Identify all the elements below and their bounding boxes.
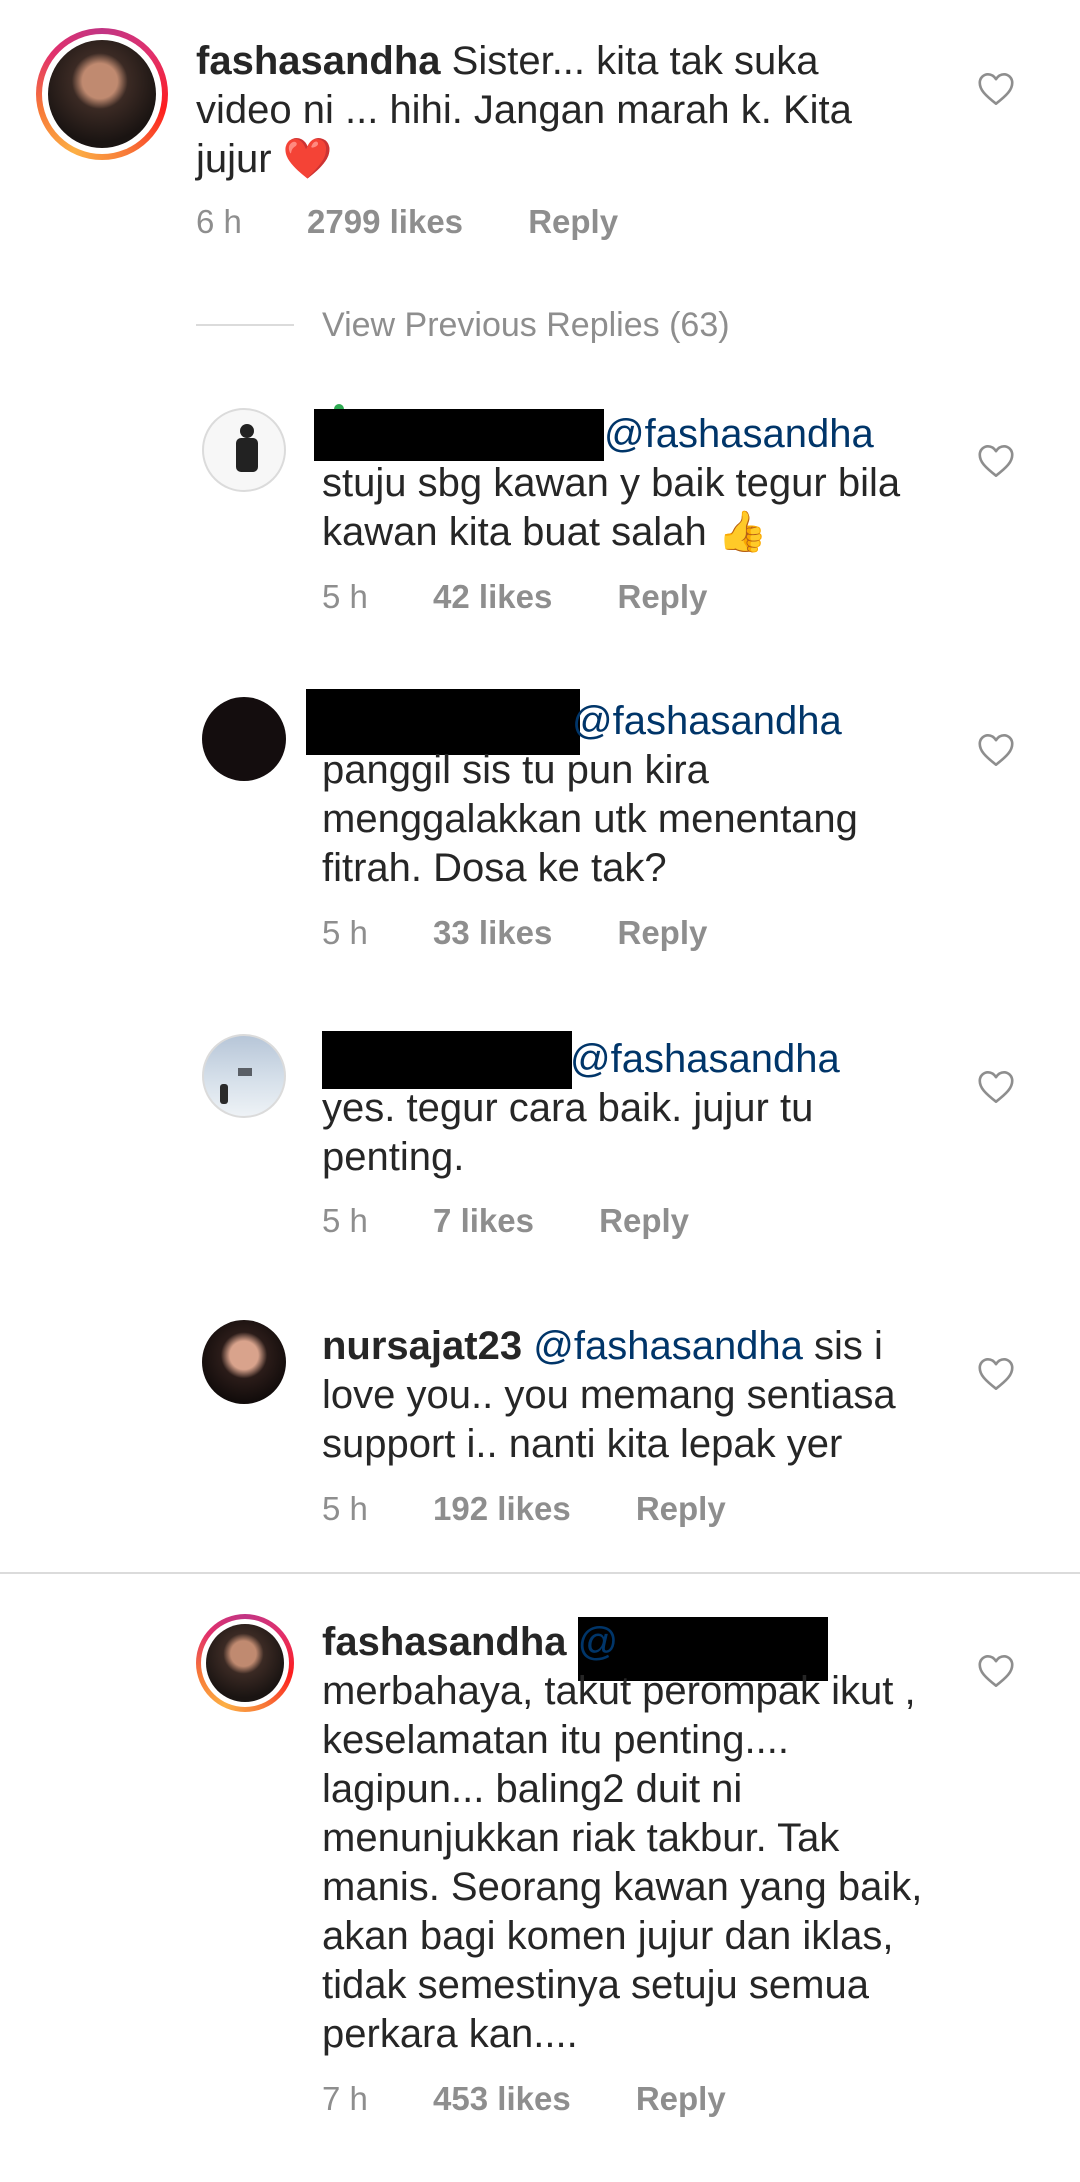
heart-icon[interactable] <box>977 1357 1015 1391</box>
heart-icon[interactable] <box>977 1654 1015 1688</box>
reply-button[interactable]: Reply <box>636 1490 726 1527</box>
reply-body: stuju sbg kawan y baik tegur bila kawan … <box>322 461 901 554</box>
reply-button[interactable]: Reply <box>636 2080 726 2117</box>
reply-text: nursajat23 @fashasandha sis i love you..… <box>322 1322 952 1469</box>
heart-icon[interactable] <box>977 1070 1015 1104</box>
comment-text: fashasandha Sister... kita tak suka vide… <box>196 37 896 184</box>
reply-button[interactable]: Reply <box>618 578 708 615</box>
avatar[interactable] <box>202 697 286 781</box>
comment-body: merbahaya, takut perompak ikut , keselam… <box>322 1669 923 2056</box>
comment-text: fashasandha @ merbahaya, takut perompak … <box>322 1618 942 2059</box>
likes-count[interactable]: 42 likes <box>433 578 552 615</box>
mention-link[interactable]: @fashasandha <box>604 412 874 456</box>
reply-meta: 5 h 42 likes Reply <box>322 578 707 616</box>
reply-meta: 5 h 33 likes Reply <box>322 914 707 952</box>
reply-text: @fashasandha panggil sis tu pun kira men… <box>322 697 922 893</box>
mention-link[interactable]: @fashasandha <box>572 699 842 743</box>
heart-emoji: ❤️ <box>282 137 333 181</box>
reply-meta: 5 h 192 likes Reply <box>322 1490 726 1528</box>
reply-button[interactable]: Reply <box>599 1202 689 1239</box>
timestamp: 7 h <box>322 2080 368 2117</box>
timestamp: 5 h <box>322 914 368 951</box>
avatar[interactable] <box>202 408 286 492</box>
likes-count[interactable]: 33 likes <box>433 914 552 951</box>
comment-meta: 7 h 453 likes Reply <box>322 2080 726 2118</box>
likes-count[interactable]: 453 likes <box>433 2080 571 2117</box>
heart-icon[interactable] <box>977 733 1015 767</box>
username[interactable]: fashasandha <box>196 39 441 83</box>
timestamp: 5 h <box>322 1490 368 1527</box>
heart-icon[interactable] <box>977 444 1015 478</box>
reply-button[interactable]: Reply <box>618 914 708 951</box>
reply-text: @fashasandha stuju sbg kawan y baik tegu… <box>322 410 952 557</box>
likes-count[interactable]: 7 likes <box>433 1202 534 1239</box>
avatar[interactable] <box>202 1320 286 1404</box>
timestamp: 5 h <box>322 1202 368 1239</box>
thumbs-up-emoji: 👍 <box>717 510 768 554</box>
view-previous-replies[interactable]: View Previous Replies (63) <box>322 306 730 345</box>
thread-divider <box>0 1572 1080 1574</box>
likes-count[interactable]: 192 likes <box>433 1490 571 1527</box>
avatar[interactable] <box>202 1034 286 1118</box>
mention-link[interactable]: @ <box>578 1620 619 1664</box>
heart-icon[interactable] <box>977 72 1015 106</box>
reply-button[interactable]: Reply <box>528 203 618 240</box>
likes-count[interactable]: 2799 likes <box>307 203 463 240</box>
username[interactable]: fashasandha <box>322 1620 567 1664</box>
reply-body: panggil sis tu pun kira menggalakkan utk… <box>322 748 858 890</box>
mention-link[interactable]: @fashasandha <box>533 1324 803 1368</box>
replies-line <box>196 324 294 326</box>
avatar[interactable] <box>48 40 156 148</box>
reply-text: @fashasandha yes. tegur cara baik. jujur… <box>322 1035 922 1182</box>
username[interactable]: nursajat23 <box>322 1324 522 1368</box>
timestamp: 6 h <box>196 203 242 240</box>
mention-link[interactable]: @fashasandha <box>570 1037 840 1081</box>
avatar[interactable] <box>206 1624 284 1702</box>
reply-body: yes. tegur cara baik. jujur tu penting. <box>322 1086 814 1179</box>
reply-meta: 5 h 7 likes Reply <box>322 1202 689 1240</box>
comment-meta: 6 h 2799 likes Reply <box>196 203 618 241</box>
timestamp: 5 h <box>322 578 368 615</box>
